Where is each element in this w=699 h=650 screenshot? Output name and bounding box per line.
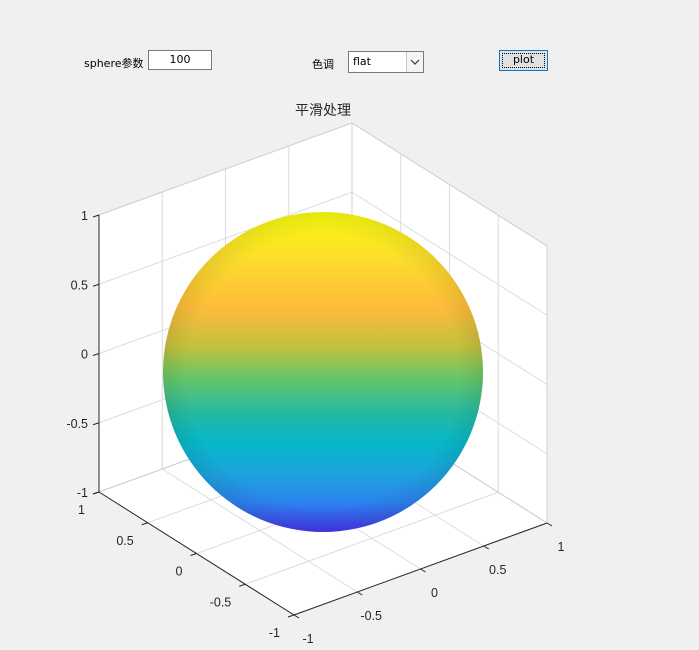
z-tick-label: 0 xyxy=(81,348,88,362)
y-tick-label: 0.5 xyxy=(116,534,133,548)
y-tick xyxy=(141,522,148,526)
y-tick xyxy=(287,614,295,618)
y-tick-label: -0.5 xyxy=(210,595,232,609)
x-tick-label: 0.5 xyxy=(489,563,506,577)
y-tick xyxy=(190,553,197,556)
x-tick xyxy=(420,568,426,573)
x-tick xyxy=(546,522,553,527)
x-tick xyxy=(356,591,363,596)
z-tick-label: 0.5 xyxy=(71,278,88,292)
z-tick xyxy=(92,353,100,356)
y-tick-label: -1 xyxy=(269,626,280,640)
z-tick-label: 1 xyxy=(81,209,88,223)
z-tick xyxy=(92,422,100,426)
z-tick-label: -1 xyxy=(77,486,88,500)
z-tick-label: -0.5 xyxy=(66,417,88,431)
x-tick-label: 1 xyxy=(558,540,565,554)
x-tick-label: -0.5 xyxy=(360,609,382,623)
y-tick-label: 0 xyxy=(176,565,183,579)
sphere-plot[interactable]: 1 0.5 0 -0.5 -1 1 0.5 0 -0.5 -1 -1 -0.5 0 0.5 1 平滑处理 xyxy=(0,0,699,650)
y-tick xyxy=(239,583,246,587)
z-tick xyxy=(92,283,100,287)
x-tick-label: -1 xyxy=(302,632,313,646)
z-tick xyxy=(92,214,100,218)
sphere-edge-shade xyxy=(163,212,483,532)
x-tick-label: 0 xyxy=(431,586,438,600)
y-tick-label: 1 xyxy=(78,503,85,517)
y-tick xyxy=(92,491,100,495)
x-tick xyxy=(483,545,490,550)
plot-title: 平滑处理 xyxy=(295,102,351,119)
x-tick xyxy=(293,614,300,619)
